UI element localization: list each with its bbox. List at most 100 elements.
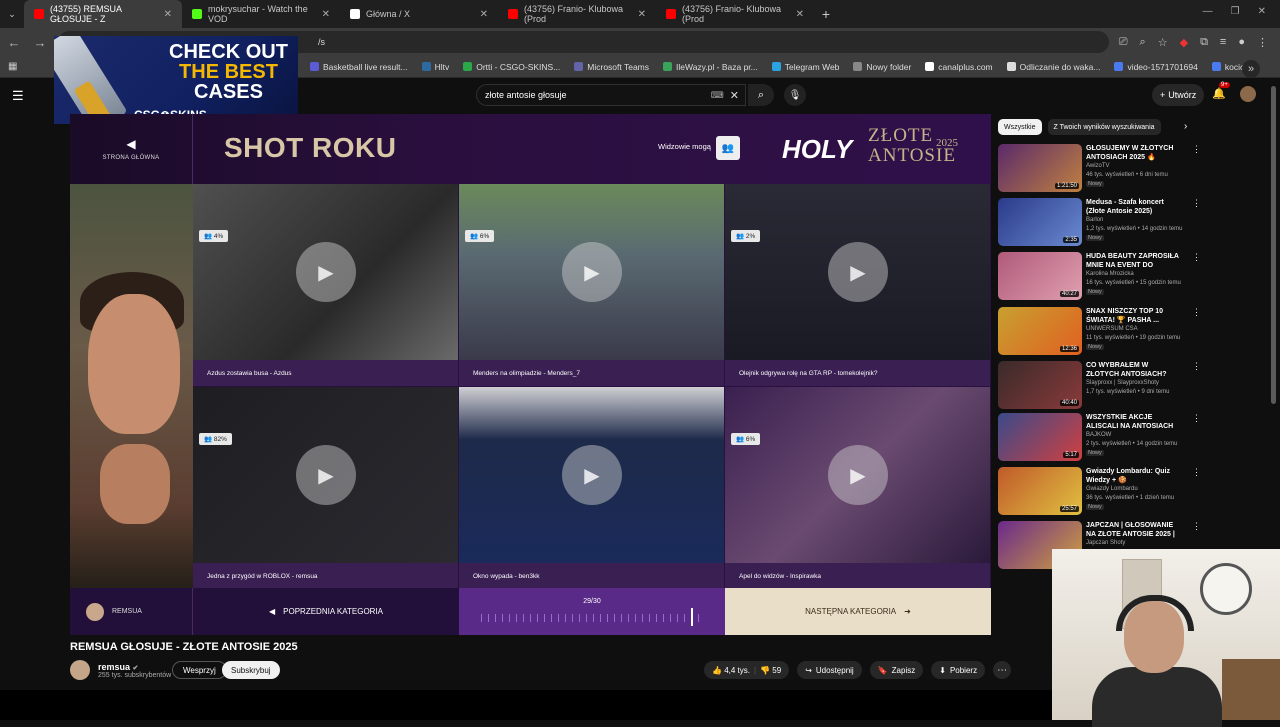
recommended-video[interactable]: 40:40 CO WYBRAŁEM W ZŁOTYCH ANTOSIACH? S… <box>998 361 1201 411</box>
csgoskins-ad-banner[interactable]: CHECK OUT THE BEST CASES CSG⊗SKINS <box>54 36 298 124</box>
browser-tab[interactable]: Główna / X ✕ <box>340 0 498 28</box>
bookmark-item[interactable]: video-1571701694 <box>1114 62 1198 72</box>
apps-grid-icon[interactable]: ▦ <box>8 61 17 72</box>
more-options-icon[interactable]: ⋮ <box>1192 467 1201 478</box>
more-bookmarks-icon[interactable]: » <box>1242 60 1260 78</box>
like-button[interactable]: 👍 4,4 tys. <box>712 666 750 675</box>
more-actions-icon[interactable]: ⋯ <box>993 661 1012 679</box>
nominee-card[interactable]: 👥 2% ▶ Olejnik odgrywa rolę na GTA RP - … <box>725 184 991 387</box>
browser-tab[interactable]: (43755) REMSUA GŁOSUJE - Z ✕ <box>24 0 182 28</box>
media-icon[interactable]: ≡ <box>1220 36 1226 49</box>
subscriber-count: 255 tys. subskrybentów <box>98 671 172 679</box>
bookmark-item[interactable]: Odliczanie do waka... <box>1006 62 1100 72</box>
recommended-video[interactable]: 2:35 Medusa - Szafa koncert (Złote Antos… <box>998 198 1201 248</box>
menu-dots-icon[interactable]: ⋮ <box>1257 36 1268 49</box>
scrollbar[interactable] <box>1271 86 1276 404</box>
close-tab-icon[interactable]: ✕ <box>638 9 646 20</box>
cast-icon[interactable]: ⎚ <box>1119 36 1128 49</box>
more-options-icon[interactable]: ⋮ <box>1192 198 1201 209</box>
clear-search-icon[interactable]: ✕ <box>730 89 739 102</box>
more-options-icon[interactable]: ⋮ <box>1192 413 1201 424</box>
nominee-card[interactable]: 👥 6% ▶ Apel do widzów - Inspirawka <box>725 387 991 590</box>
play-icon[interactable]: ▶ <box>828 445 888 505</box>
close-tab-icon[interactable]: ✕ <box>480 9 488 20</box>
forward-icon[interactable]: → <box>32 35 48 50</box>
channel-name[interactable]: remsua ✔ <box>98 662 171 672</box>
recommended-video[interactable]: 1:21:50 GŁOSUJEMY W ZŁOTYCH ANTOSIACH 20… <box>998 144 1201 194</box>
star-icon[interactable]: ☆ <box>1158 36 1168 49</box>
bookmark-item[interactable]: Basketball live result... <box>310 62 408 72</box>
bookmark-item[interactable]: canalplus.com <box>925 62 993 72</box>
bookmark-item[interactable]: Ortti - CSGO-SKINS... <box>463 62 560 72</box>
menu-icon[interactable]: ☰ <box>12 88 24 104</box>
play-icon[interactable]: ▶ <box>828 242 888 302</box>
next-category-button[interactable]: NASTĘPNA KATEGORIA ➜ <box>725 588 991 635</box>
bookmark-item[interactable]: Hltv <box>421 62 449 72</box>
video-channel: BAJKOW <box>1086 432 1112 438</box>
extension-icon[interactable]: ◆ <box>1180 36 1188 49</box>
channel-avatar[interactable] <box>70 660 90 680</box>
create-button[interactable]: + Utwórz <box>1152 84 1205 106</box>
more-options-icon[interactable]: ⋮ <box>1192 252 1201 263</box>
more-options-icon[interactable]: ⋮ <box>1192 521 1201 532</box>
recommended-video[interactable]: 25:57 Gwiazdy Lombardu: Quiz Wiedzy + 🍪 … <box>998 467 1201 517</box>
account-avatar[interactable] <box>1240 86 1256 102</box>
bookmark-item[interactable]: IleWazy.pl - Baza pr... <box>663 62 758 72</box>
play-icon[interactable]: ▶ <box>296 445 356 505</box>
nominee-card[interactable]: ▶ Okno wypada - ben3kk <box>459 387 725 590</box>
bookmark-item[interactable]: Telegram Web <box>771 62 839 72</box>
save-button[interactable]: 🔖 Zapisz <box>869 661 924 679</box>
video-player[interactable]: ◀ STRONA GŁÓWNA SHOT ROKU Widzowie mogą 👥… <box>70 114 991 635</box>
tab-search-icon[interactable]: ⌄ <box>0 0 24 28</box>
nominee-card[interactable]: 👥 82% ▶ Jedna z przygód w ROBLOX - remsu… <box>193 387 459 590</box>
download-button[interactable]: ⬇ Pobierz <box>931 661 986 679</box>
close-tab-icon[interactable]: ✕ <box>322 9 330 20</box>
bookmark-icon <box>925 62 935 71</box>
support-button[interactable]: Wesprzyj <box>172 661 227 679</box>
chip-from-search[interactable]: Z Twoich wyników wyszukiwania <box>1047 119 1161 135</box>
more-options-icon[interactable]: ⋮ <box>1192 144 1201 155</box>
subscribe-button[interactable]: Subskrybuj <box>222 661 280 679</box>
share-button[interactable]: ↪ Udostępnij <box>797 661 862 679</box>
puzzle-icon[interactable]: ⧉ <box>1200 36 1208 49</box>
streamer-hand <box>100 444 170 524</box>
play-icon[interactable]: ▶ <box>296 242 356 302</box>
recommended-video[interactable]: 40:27 HUDA BEAUTY ZAPROSIŁA MNIE NA EVEN… <box>998 252 1201 302</box>
more-options-icon[interactable]: ⋮ <box>1192 307 1201 318</box>
play-icon[interactable]: ▶ <box>562 242 622 302</box>
home-label: STRONA GŁÓWNA <box>102 155 160 161</box>
minimize-icon[interactable]: — <box>1203 6 1213 17</box>
notifications-button[interactable]: 🔔 9+ <box>1212 82 1230 100</box>
search-input[interactable]: złote antosie głosuje ⌨ ✕ <box>476 84 746 106</box>
keyboard-icon[interactable]: ⌨ <box>711 90 724 101</box>
filter-chips: Wszystkie Z Twoich wyników wyszukiwania <box>998 119 1161 135</box>
more-options-icon[interactable]: ⋮ <box>1192 361 1201 372</box>
browser-tab[interactable]: (43756) Franio- Klubowa (Prod ✕ <box>656 0 814 28</box>
home-button[interactable]: ◀ STRONA GŁÓWNA <box>70 114 193 184</box>
recommended-video[interactable]: 12:36 SNAX NISZCZY TOP 10 ŚWIATA! 🏆 PASH… <box>998 307 1201 357</box>
back-icon[interactable]: ← <box>6 35 22 50</box>
viewers-icon[interactable]: 👥 <box>716 136 740 160</box>
dislike-button[interactable]: 👎 59 <box>760 666 781 675</box>
nominee-card[interactable]: 👥 6% ▶ Menders na olimpiadzie - Menders_… <box>459 184 725 387</box>
maximize-icon[interactable]: ❐ <box>1231 6 1240 17</box>
profile-icon[interactable]: ● <box>1238 36 1245 49</box>
recommended-video[interactable]: 5:17 WSZYSTKIE AKCJE ALISCALI NA ANTOSIA… <box>998 413 1201 463</box>
bookmark-folder[interactable]: Nowy folder <box>853 62 911 72</box>
browser-tab[interactable]: mokrysuchar - Watch the VOD ✕ <box>182 0 340 28</box>
zoom-icon[interactable]: ⌕ <box>1140 36 1146 49</box>
search-button[interactable]: ⌕ <box>748 84 774 106</box>
close-window-icon[interactable]: ✕ <box>1258 6 1266 17</box>
chip-all[interactable]: Wszystkie <box>998 119 1042 135</box>
new-tab-button[interactable]: + <box>814 0 838 28</box>
nominee-card[interactable]: 👥 4% ▶ Azdus zostawia busa - Azdus <box>193 184 459 387</box>
voice-search-button[interactable]: 🎙 <box>784 84 806 106</box>
previous-category-button[interactable]: ◀ POPRZEDNIA KATEGORIA <box>193 588 459 635</box>
chevron-right-icon[interactable]: › <box>1184 121 1187 132</box>
download-icon: ⬇ <box>939 665 946 675</box>
bookmark-item[interactable]: Microsoft Teams <box>574 62 649 72</box>
close-tab-icon[interactable]: ✕ <box>164 9 172 20</box>
close-tab-icon[interactable]: ✕ <box>796 9 804 20</box>
browser-tab[interactable]: (43756) Franio- Klubowa (Prod ✕ <box>498 0 656 28</box>
play-icon[interactable]: ▶ <box>562 445 622 505</box>
